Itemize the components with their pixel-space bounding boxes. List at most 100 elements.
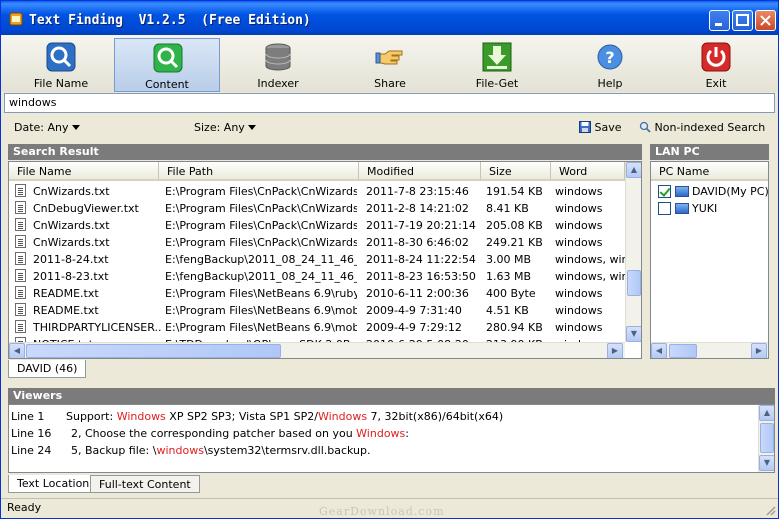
pc-checkbox-yuki[interactable] [658, 202, 671, 215]
cell-word: windows [555, 304, 603, 317]
toolbar-exit-button[interactable]: Exit [663, 38, 769, 92]
line-text: 5, Backup file: \windows\system32\termsr… [71, 444, 371, 457]
search-icon [639, 121, 651, 133]
lan-horizontal-scrollbar[interactable]: ◀ ▶ [651, 342, 768, 358]
computer-icon [675, 186, 689, 197]
cell-file-name: CnWizards.txt [33, 185, 110, 198]
cell-size: 4.51 KB [486, 304, 529, 317]
scroll-right-button[interactable]: ▶ [751, 343, 767, 358]
scroll-right-button[interactable]: ▶ [607, 343, 623, 358]
magnifier-icon [46, 42, 76, 72]
maximize-button[interactable] [732, 10, 753, 31]
minimize-button[interactable] [709, 10, 730, 31]
viewer-line[interactable]: Line 16 2, Choose the corresponding patc… [11, 427, 409, 440]
table-row[interactable]: THIRDPARTYLICENSER... E:\Program Files\Ne… [9, 319, 625, 336]
scroll-left-button[interactable]: ◀ [9, 343, 25, 358]
column-header-file-path[interactable]: File Path [159, 162, 359, 181]
cell-word: windows [555, 321, 603, 334]
scroll-up-button[interactable]: ▲ [626, 162, 641, 178]
non-indexed-search-button[interactable]: Non-indexed Search [639, 121, 765, 134]
floppy-disk-icon [579, 121, 591, 133]
download-icon [482, 42, 512, 72]
table-row[interactable]: CnWizards.txt E:\Program Files\CnPack\CnW… [9, 234, 625, 251]
viewer-pane[interactable]: Line 1 Support: Windows XP SP2 SP3; Vist… [8, 404, 775, 473]
cell-file-name: 2011-8-24.txt [33, 253, 109, 266]
pc-checkbox-david[interactable] [658, 185, 671, 198]
toolbar-help-button[interactable]: ? Help [557, 38, 663, 92]
cell-modified: 2011-7-8 23:15:46 [366, 185, 469, 198]
scroll-down-button[interactable]: ▼ [626, 326, 641, 342]
cell-modified: 2011-8-23 16:53:50 [366, 270, 476, 283]
non-indexed-label: Non-indexed Search [654, 121, 766, 134]
cell-word: windows [555, 185, 603, 198]
close-icon [760, 15, 771, 26]
table-row[interactable]: README.txt E:\Program Files\NetBeans 6.9\… [9, 302, 625, 319]
table-row[interactable]: README.txt E:\Program Files\NetBeans 6.9\… [9, 285, 625, 302]
line-number: Line 24 [11, 444, 52, 457]
table-row[interactable]: CnWizards.txt E:\Program Files\CnPack\CnW… [9, 183, 625, 200]
scroll-down-button[interactable]: ▼ [759, 455, 774, 471]
scroll-left-button[interactable]: ◀ [651, 343, 667, 358]
results-table[interactable]: File Name File Path Modified Size Word C… [8, 161, 642, 359]
cell-file-path: E:\Program Files\CnPack\CnWizards\... [165, 236, 357, 249]
tab-full-text-content[interactable]: Full-text Content [90, 475, 200, 493]
chevron-down-icon [71, 125, 80, 130]
column-header-pc-name[interactable]: PC Name [651, 162, 768, 181]
tab-text-location[interactable]: Text Location [8, 475, 99, 493]
save-button[interactable]: Save [579, 121, 622, 134]
toolbar-file-get-button[interactable]: File-Get [444, 38, 550, 92]
viewer-vertical-scrollbar[interactable]: ▲ ▼ [758, 405, 774, 472]
pc-name-david[interactable]: DAVID(My PC) [692, 185, 768, 198]
results-vertical-scrollbar[interactable]: ▲ ▼ [625, 162, 641, 342]
cell-size: 280.94 KB [486, 321, 543, 334]
toolbar-label: Content [145, 78, 189, 91]
line-text: 2, Choose the corresponding patcher base… [71, 427, 409, 440]
viewer-line[interactable]: Line 24 5, Backup file: \windows\system3… [11, 444, 371, 457]
table-row[interactable]: 2011-8-23.txt E:\fengBackup\2011_08_24_11… [9, 268, 625, 285]
minimize-icon [715, 23, 722, 26]
cell-file-path: E:\Program Files\NetBeans 6.9\mobil... [165, 321, 357, 334]
toolbar-content-button[interactable]: Content [114, 38, 220, 92]
cell-modified: 2011-7-19 20:21:14 [366, 219, 476, 232]
text-file-icon [15, 269, 26, 282]
cell-file-name: README.txt [33, 304, 99, 317]
toolbar-share-button[interactable]: Share [337, 38, 443, 92]
column-header-modified[interactable]: Modified [359, 162, 481, 181]
scrollbar-thumb[interactable] [760, 423, 774, 453]
toolbar-file-name-button[interactable]: File Name [8, 38, 114, 92]
toolbar-label: Indexer [257, 77, 299, 90]
column-header-word[interactable]: Word [551, 162, 625, 181]
scrollbar-thumb[interactable] [669, 344, 697, 358]
viewer-line[interactable]: Line 1 Support: Windows XP SP2 SP3; Vist… [11, 410, 503, 423]
table-row[interactable]: CnWizards.txt E:\Program Files\CnPack\CnW… [9, 217, 625, 234]
scrollbar-thumb[interactable] [627, 270, 641, 296]
table-row[interactable]: CnDebugViewer.txt E:\Program Files\CnPack… [9, 200, 625, 217]
lan-pc-list[interactable]: PC Name DAVID(My PC) YUKI ◀ ▶ [650, 161, 769, 359]
toolbar-label: File-Get [475, 77, 519, 90]
app-window: Text Finding V1.2.5 (Free Edition) File … [0, 0, 779, 519]
column-header-size[interactable]: Size [481, 162, 551, 181]
scrollbar-thumb[interactable] [26, 344, 281, 358]
line-number: Line 1 [11, 410, 45, 423]
cell-size: 191.54 KB [486, 185, 543, 198]
scroll-up-button[interactable]: ▲ [759, 405, 774, 421]
search-input[interactable]: windows [4, 93, 775, 113]
table-row[interactable]: 2011-8-24.txt E:\fengBackup\2011_08_24_11… [9, 251, 625, 268]
magnifier-icon [153, 43, 183, 73]
pc-name-yuki[interactable]: YUKI [692, 202, 717, 215]
toolbar-label: Help [597, 77, 623, 90]
date-filter-dropdown[interactable]: Date: Any [14, 121, 80, 134]
save-label: Save [594, 121, 622, 134]
column-header-file-name[interactable]: File Name [9, 162, 159, 181]
toolbar-indexer-button[interactable]: Indexer [225, 38, 331, 92]
size-filter-dropdown[interactable]: Size: Any [194, 121, 256, 134]
tab-david[interactable]: DAVID (46) [8, 360, 87, 378]
cell-file-name: CnWizards.txt [33, 219, 110, 232]
watermark: GearDownload.com [319, 505, 445, 518]
text-file-icon [15, 184, 26, 197]
title-bar[interactable]: Text Finding V1.2.5 (Free Edition) [1, 1, 778, 35]
search-result-header: Search Result [8, 144, 642, 160]
results-horizontal-scrollbar[interactable]: ◀ ▶ [9, 342, 625, 358]
close-button[interactable] [755, 10, 776, 31]
resize-grip-icon[interactable] [764, 504, 776, 516]
